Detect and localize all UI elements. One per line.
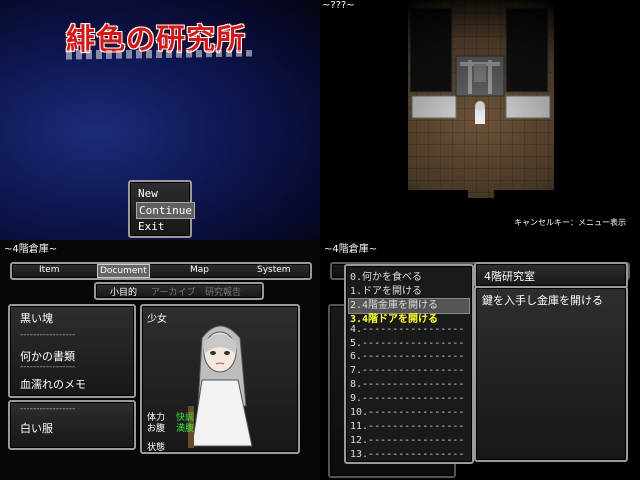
list-separator: ----------------- <box>20 330 76 340</box>
objective-item[interactable]: 0.何かを食べる <box>350 268 422 283</box>
stat-label-condition: 状態 <box>147 443 166 453</box>
new-game-option[interactable]: New Game <box>136 186 190 215</box>
objective-item[interactable]: 1.ドアを開ける <box>350 282 422 297</box>
objective-item[interactable]: 8.----------------- <box>350 379 464 390</box>
objective-item[interactable]: 9.----------------- <box>350 393 464 404</box>
stat-value-hunger: 満腹 <box>176 424 195 434</box>
character-portrait <box>188 325 253 448</box>
objective-item[interactable]: 4.----------------- <box>350 324 464 335</box>
objective-item[interactable]: 7.----------------- <box>350 365 464 376</box>
logo-reflection <box>66 50 256 60</box>
title-screen: 緋色の研究所 New Game Continue Exit <box>0 0 320 240</box>
tab-document[interactable]: Document <box>97 264 150 278</box>
main-tab-bar: Item Document Map System <box>10 262 312 280</box>
objective-item[interactable]: 6.----------------- <box>350 351 464 362</box>
list-item[interactable]: 黒い塊 <box>20 310 53 326</box>
title-menu: New Game Continue Exit <box>128 180 195 238</box>
sub-tab-bar: 小目的 アーカイブ 研究報告 <box>94 282 264 300</box>
objective-item[interactable]: 12.---------------- <box>350 435 464 446</box>
stat-label-hunger: お腹 <box>147 424 166 434</box>
list-item[interactable]: 血濡れのメモ <box>20 376 86 392</box>
exit-option[interactable]: Exit <box>136 219 167 234</box>
objective-item[interactable]: 13.---------------- <box>350 449 464 460</box>
location-label: ~4階倉庫~ <box>4 244 58 255</box>
objective-detail: 鍵を入手し金庫を開ける <box>474 286 628 462</box>
objective-detail-title: 4階研究室 <box>474 262 628 288</box>
menu-hint: キャンセルキー：メニュー表示 <box>514 218 626 227</box>
subtab-research-report[interactable]: 研究報告 <box>205 285 241 298</box>
map-location-label: ~???~ <box>322 0 355 11</box>
detail-text: 鍵を入手し金庫を開ける <box>482 294 603 307</box>
objective-item[interactable]: 3.4階ドアを開ける <box>350 310 438 325</box>
objective-screen: ~4階倉庫~ 4階研究室 鍵を入手し金庫を開ける 0.何かを食べる 1.ドアを開け… <box>320 240 640 480</box>
objective-item[interactable]: 11.---------------- <box>350 421 464 432</box>
character-panel: 少女 体力 快調 お腹 満腹 状態 <box>140 304 300 454</box>
tab-map[interactable]: Map <box>190 264 209 276</box>
list-item[interactable]: 白い服 <box>20 420 53 436</box>
detail-title: 4階研究室 <box>484 270 535 283</box>
tab-system[interactable]: System <box>257 264 291 276</box>
map-view <box>320 0 640 240</box>
list-separator: ----------------- <box>20 362 76 372</box>
map-screen: ~???~ キャンセルキー：メニュー表示 <box>320 0 640 240</box>
continue-option[interactable]: Continue <box>136 202 195 219</box>
tab-item[interactable]: Item <box>39 264 60 276</box>
document-screen: ~4階倉庫~ Item Document Map System 小目的 アーカイ… <box>0 240 320 480</box>
document-list: 黒い塊 ----------------- 何かの書類 ------------… <box>8 304 136 398</box>
location-label: ~4階倉庫~ <box>324 244 378 255</box>
objective-items: 0.何かを食べる 1.ドアを開ける 2.4階金庫を開ける 3.4階ドアを開ける 4.--… <box>346 268 468 460</box>
list-separator: ----------------- <box>20 404 76 414</box>
objective-item[interactable]: 2.4階金庫を開ける <box>350 296 438 311</box>
subtab-archive[interactable]: アーカイブ <box>151 285 195 298</box>
objective-item[interactable]: 5.----------------- <box>350 338 464 349</box>
clothing-list: ----------------- 白い服 <box>8 400 136 450</box>
objective-item[interactable]: 10.---------------- <box>350 407 464 418</box>
subtab-objective[interactable]: 小目的 <box>110 285 137 298</box>
